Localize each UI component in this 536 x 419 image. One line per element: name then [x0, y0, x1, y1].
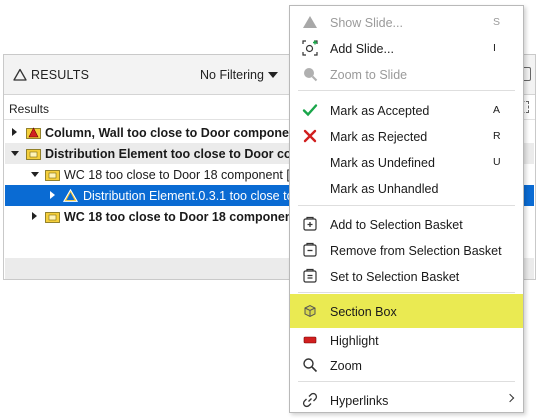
- basket-remove-icon: [303, 242, 317, 257]
- menu-item-shortcut: R: [493, 130, 501, 142]
- collapse-arrow-icon[interactable]: [11, 151, 19, 156]
- row-label: Distribution Element.0.3.1 too close to …: [83, 189, 307, 203]
- menu-item-label: Add to Selection Basket: [330, 218, 463, 232]
- highlight-icon: [303, 336, 317, 344]
- mountain-icon: [303, 16, 317, 28]
- menu-item-label: Mark as Unhandled: [330, 182, 439, 196]
- menu-item-add-to-basket[interactable]: Add to Selection Basket: [290, 212, 523, 236]
- filter-dropdown[interactable]: No Filtering: [200, 68, 264, 82]
- warning-triangle-icon: [63, 189, 78, 202]
- menu-item-mark-accepted[interactable]: Mark as Accepted A: [290, 98, 523, 122]
- menu-item-add-slide[interactable]: Add Slide... I: [290, 36, 523, 60]
- row-label: WC 18 too close to Door 18 component [0/: [64, 168, 301, 182]
- menu-item-label: Mark as Undefined: [330, 156, 435, 170]
- menu-item-label: Hyperlinks: [330, 394, 389, 408]
- yellow-folder-icon: [45, 170, 60, 181]
- menu-item-shortcut: A: [493, 104, 501, 116]
- menu-item-label: Add Slide...: [330, 42, 394, 56]
- menu-item-hyperlinks[interactable]: Hyperlinks: [290, 388, 523, 412]
- menu-item-mark-rejected[interactable]: Mark as Rejected R: [290, 124, 523, 148]
- menu-item-label: Section Box: [330, 305, 397, 319]
- section-box-icon: [304, 304, 316, 318]
- menu-item-label: Mark as Rejected: [330, 130, 428, 144]
- yellow-folder-icon: [45, 212, 60, 223]
- cross-icon: [303, 129, 317, 143]
- collapse-arrow-icon[interactable]: [31, 172, 39, 177]
- menu-item-label: Zoom: [330, 359, 362, 373]
- menu-item-label: Mark as Accepted: [330, 104, 430, 118]
- add-slide-icon: [302, 40, 318, 56]
- row-label: Distribution Element too close to Door c…: [45, 147, 318, 161]
- menu-item-label: Highlight: [330, 334, 379, 348]
- expand-arrow-icon[interactable]: [32, 212, 37, 220]
- menu-item-show-slide[interactable]: Show Slide... S: [290, 10, 523, 34]
- menu-separator: [298, 381, 515, 382]
- red-clash-icon: [26, 127, 41, 139]
- basket-set-icon: [303, 268, 317, 283]
- menu-item-set-to-basket[interactable]: Set to Selection Basket: [290, 264, 523, 288]
- expand-arrow-icon[interactable]: [12, 128, 17, 136]
- menu-item-zoom[interactable]: Zoom: [290, 353, 523, 377]
- chevron-down-icon[interactable]: [268, 72, 278, 78]
- zoom-slide-icon: [304, 68, 318, 82]
- row-label: WC 18 too close to Door 18 component [0/: [64, 210, 315, 224]
- checkmark-icon: [302, 104, 318, 117]
- expand-arrow-icon[interactable]: [50, 191, 55, 199]
- yellow-folder-icon: [26, 149, 41, 160]
- menu-item-zoom-to-slide[interactable]: Zoom to Slide: [290, 62, 523, 86]
- results-triangle-icon: [13, 68, 27, 81]
- panel-title: RESULTS: [31, 68, 90, 82]
- menu-item-shortcut: S: [493, 16, 501, 28]
- menu-separator: [298, 90, 515, 91]
- menu-item-shortcut: I: [493, 42, 496, 54]
- magnifier-icon: [303, 358, 318, 373]
- menu-item-label: Remove from Selection Basket: [330, 244, 502, 258]
- row-label: Column, Wall too close to Door component…: [45, 126, 319, 140]
- link-icon: [302, 392, 318, 408]
- menu-separator: [298, 292, 515, 293]
- menu-separator: [298, 205, 515, 206]
- column-header-label: Results: [9, 102, 50, 116]
- menu-item-highlight[interactable]: Highlight: [290, 328, 523, 352]
- menu-item-label: Show Slide...: [330, 16, 403, 30]
- menu-item-label: Set to Selection Basket: [330, 270, 460, 284]
- basket-add-icon: [303, 216, 317, 231]
- menu-item-label: Zoom to Slide: [330, 68, 408, 82]
- menu-item-mark-undefined[interactable]: Mark as Undefined U: [290, 150, 523, 174]
- menu-item-remove-from-basket[interactable]: Remove from Selection Basket: [290, 238, 523, 262]
- menu-item-shortcut: U: [493, 156, 501, 168]
- chevron-right-icon: [505, 393, 515, 403]
- context-menu: Show Slide... S Add Slide... I Zoom to S…: [289, 5, 524, 413]
- menu-item-mark-unhandled[interactable]: Mark as Unhandled: [290, 176, 523, 200]
- menu-item-section-box[interactable]: Section Box: [290, 294, 523, 328]
